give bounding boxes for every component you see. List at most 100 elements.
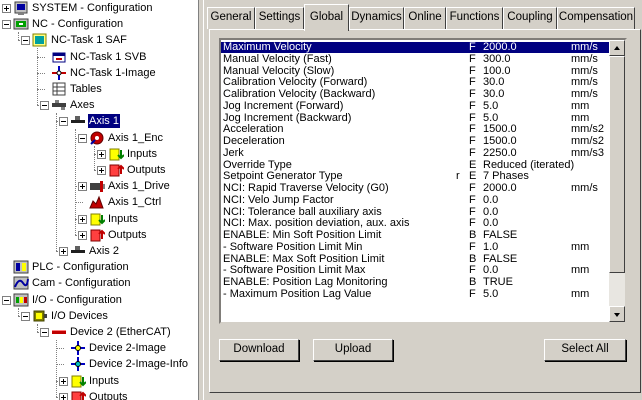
parameter-row[interactable]: Jog Increment (Backward) F 5.0 mm (221, 112, 609, 124)
parameter-name: NCI: Tolerance ball auxiliary axis (223, 205, 382, 218)
parameter-value: Reduced (iterated) (483, 158, 575, 171)
collapse-minus-icon[interactable] (59, 117, 68, 127)
parameter-type: F (469, 182, 476, 194)
tab-global[interactable]: Global (304, 4, 349, 31)
tree-item-device-2-image[interactable]: Device 2-Image (0, 340, 198, 356)
parameter-row[interactable]: - Maximum Position Lag Value F 5.0 mm (221, 288, 609, 300)
tab-coupling[interactable]: Coupling (503, 7, 557, 29)
collapse-minus-icon[interactable] (78, 133, 87, 143)
parameter-value: 300.0 (483, 52, 511, 65)
tree-item-label: Outputs (127, 164, 166, 176)
expand-plus-icon[interactable] (97, 166, 106, 175)
project-tree[interactable]: SYSTEM - Configuration NC - Configuration… (0, 0, 198, 400)
parameter-row[interactable]: NCI: Max. position deviation, aux. axis F… (221, 218, 609, 229)
parameter-value: 0.0 (483, 193, 499, 206)
tab-settings[interactable]: Settings (255, 7, 304, 29)
parameter-unit: mm/s2 (571, 123, 604, 136)
parameter-row[interactable]: Maximum Velocity F 2000.0 mm/s (221, 42, 609, 53)
parameter-type: F (469, 264, 476, 277)
parameter-row[interactable]: Calibration Velocity (Forward) F 30.0 mm/s (221, 77, 609, 88)
tree-item-i-o-configuration[interactable]: I/O - Configuration (0, 292, 198, 308)
parameter-row[interactable]: ENABLE: Position Lag Monitoring B TRUE (221, 277, 609, 288)
collapse-minus-icon[interactable] (40, 101, 49, 111)
expand-plus-icon[interactable] (78, 182, 87, 192)
collapse-minus-icon[interactable] (2, 20, 11, 30)
tree-item-tables[interactable]: Tables (0, 81, 198, 97)
tree-item-axes[interactable]: Axes (0, 97, 198, 113)
parameter-row[interactable]: Acceleration F 1500.0 mm/s2 (221, 124, 609, 135)
expand-plus-icon[interactable] (2, 4, 11, 13)
parameter-unit: mm (571, 240, 590, 253)
parameter-row[interactable]: Jog Increment (Forward) F 5.0 mm (221, 100, 609, 112)
tree-item-device-2-image-info[interactable]: Device 2-Image-Info (0, 356, 198, 372)
tab-online[interactable]: Online (404, 7, 446, 29)
expand-plus-icon[interactable] (78, 230, 87, 240)
parameter-row[interactable]: - Software Position Limit Max F 0.0 mm (221, 265, 609, 276)
tree-item-system-configuration[interactable]: SYSTEM - Configuration (0, 0, 198, 16)
scroll-thumb[interactable] (609, 56, 625, 273)
tree-item-axis-1-enc[interactable]: Axis 1_Enc (0, 130, 198, 146)
parameter-list[interactable]: Maximum Velocity F 2000.0 mm/s Manual Veloci… (219, 38, 627, 324)
plc-config-icon (13, 259, 29, 275)
tree-item-axis-1-drive[interactable]: Axis 1_Drive (0, 178, 198, 194)
parameter-row[interactable]: Manual Velocity (Fast) F 300.0 mm/s (221, 52, 609, 65)
expand-plus-icon[interactable] (59, 247, 68, 256)
parameter-type: F (469, 240, 476, 253)
tree-item-outputs[interactable]: Outputs (0, 162, 198, 178)
tab-compensation[interactable]: Compensation (557, 7, 635, 29)
expand-plus-icon[interactable] (78, 214, 87, 224)
tree-item-axis-2[interactable]: Axis 2 (0, 243, 198, 259)
parameter-row[interactable]: Manual Velocity (Slow) F 100.0 mm/s (221, 64, 609, 77)
parameter-row[interactable]: Deceleration F 1500.0 mm/s2 (221, 136, 609, 147)
tab-functions[interactable]: Functions (446, 7, 503, 29)
parameter-row[interactable]: - Software Position Limit Min F 1.0 mm (221, 240, 609, 253)
parameter-name: Override Type (223, 158, 292, 171)
parameter-row[interactable]: Setpoint Generator Type r E 7 Phases (221, 171, 609, 182)
scroll-down-arrow-icon[interactable] (609, 306, 625, 322)
parameter-name: ENABLE: Max Soft Position Limit (223, 252, 385, 265)
upload-button[interactable]: Upload (313, 339, 393, 361)
tree-item-inputs[interactable]: Inputs (0, 211, 198, 227)
collapse-minus-icon[interactable] (40, 328, 49, 337)
tab-general[interactable]: General (207, 7, 255, 29)
tree-item-inputs[interactable]: Inputs (0, 146, 198, 162)
tree-item-i-o-devices[interactable]: I/O Devices (0, 308, 198, 324)
tree-item-nc-task-1-saf[interactable]: NC-Task 1 SAF (0, 32, 198, 48)
parameter-name: Manual Velocity (Slow) (223, 64, 335, 77)
vertical-scrollbar[interactable] (609, 40, 625, 322)
tree-item-outputs[interactable]: Outputs (0, 389, 198, 400)
tree-item-label: Axis 1_Ctrl (108, 196, 162, 209)
select-all-button[interactable]: Select All (544, 339, 626, 361)
collapse-minus-icon[interactable] (21, 36, 30, 46)
parameter-row[interactable]: Override Type E Reduced (iterated) (221, 158, 609, 171)
inputs-icon (89, 211, 106, 227)
tree-item-cam-configuration[interactable]: Cam - Configuration (0, 275, 198, 291)
tree-item-nc-task-1-image[interactable]: NC-Task 1-Image (0, 65, 198, 81)
tree-item-nc-configuration[interactable]: NC - Configuration (0, 16, 198, 32)
parameter-row[interactable]: NCI: Velo Jump Factor F 0.0 (221, 193, 609, 206)
parameter-row[interactable]: ENABLE: Max Soft Position Limit B FALSE (221, 252, 609, 265)
scroll-up-arrow-icon[interactable] (609, 40, 625, 56)
parameter-row[interactable]: NCI: Tolerance ball auxiliary axis F 0.0 (221, 205, 609, 218)
tree-item-axis-1[interactable]: Axis 1 (0, 113, 198, 129)
tree-item-label: Inputs (108, 212, 138, 225)
tree-item-device-2-ethercat[interactable]: Device 2 (EtherCAT) (0, 324, 198, 340)
parameter-row[interactable]: NCI: Rapid Traverse Velocity (G0) F 2000.0… (221, 183, 609, 194)
tab-dynamics[interactable]: Dynamics (349, 7, 404, 29)
parameter-row[interactable]: Jerk F 2250.0 mm/s3 (221, 146, 609, 159)
parameter-row[interactable]: Calibration Velocity (Backward) F 30.0 mm/s (221, 89, 609, 100)
collapse-minus-icon[interactable] (21, 311, 30, 321)
collapse-minus-icon[interactable] (2, 295, 11, 305)
parameter-value: 2000.0 (483, 182, 517, 194)
download-button[interactable]: Download (219, 339, 299, 361)
parameter-type: F (469, 146, 476, 159)
tree-item-nc-task-1-svb[interactable]: NC-Task 1 SVB (0, 49, 198, 65)
expand-plus-icon[interactable] (59, 392, 68, 400)
tree-item-inputs[interactable]: Inputs (0, 373, 198, 389)
tree-item-axis-1-ctrl[interactable]: Axis 1_Ctrl (0, 194, 198, 210)
expand-plus-icon[interactable] (59, 376, 68, 386)
tree-item-plc-configuration[interactable]: PLC - Configuration (0, 259, 198, 275)
tree-item-outputs[interactable]: Outputs (0, 227, 198, 243)
expand-plus-icon[interactable] (97, 149, 106, 159)
parameter-row[interactable]: ENABLE: Min Soft Position Limit B FALSE (221, 230, 609, 241)
